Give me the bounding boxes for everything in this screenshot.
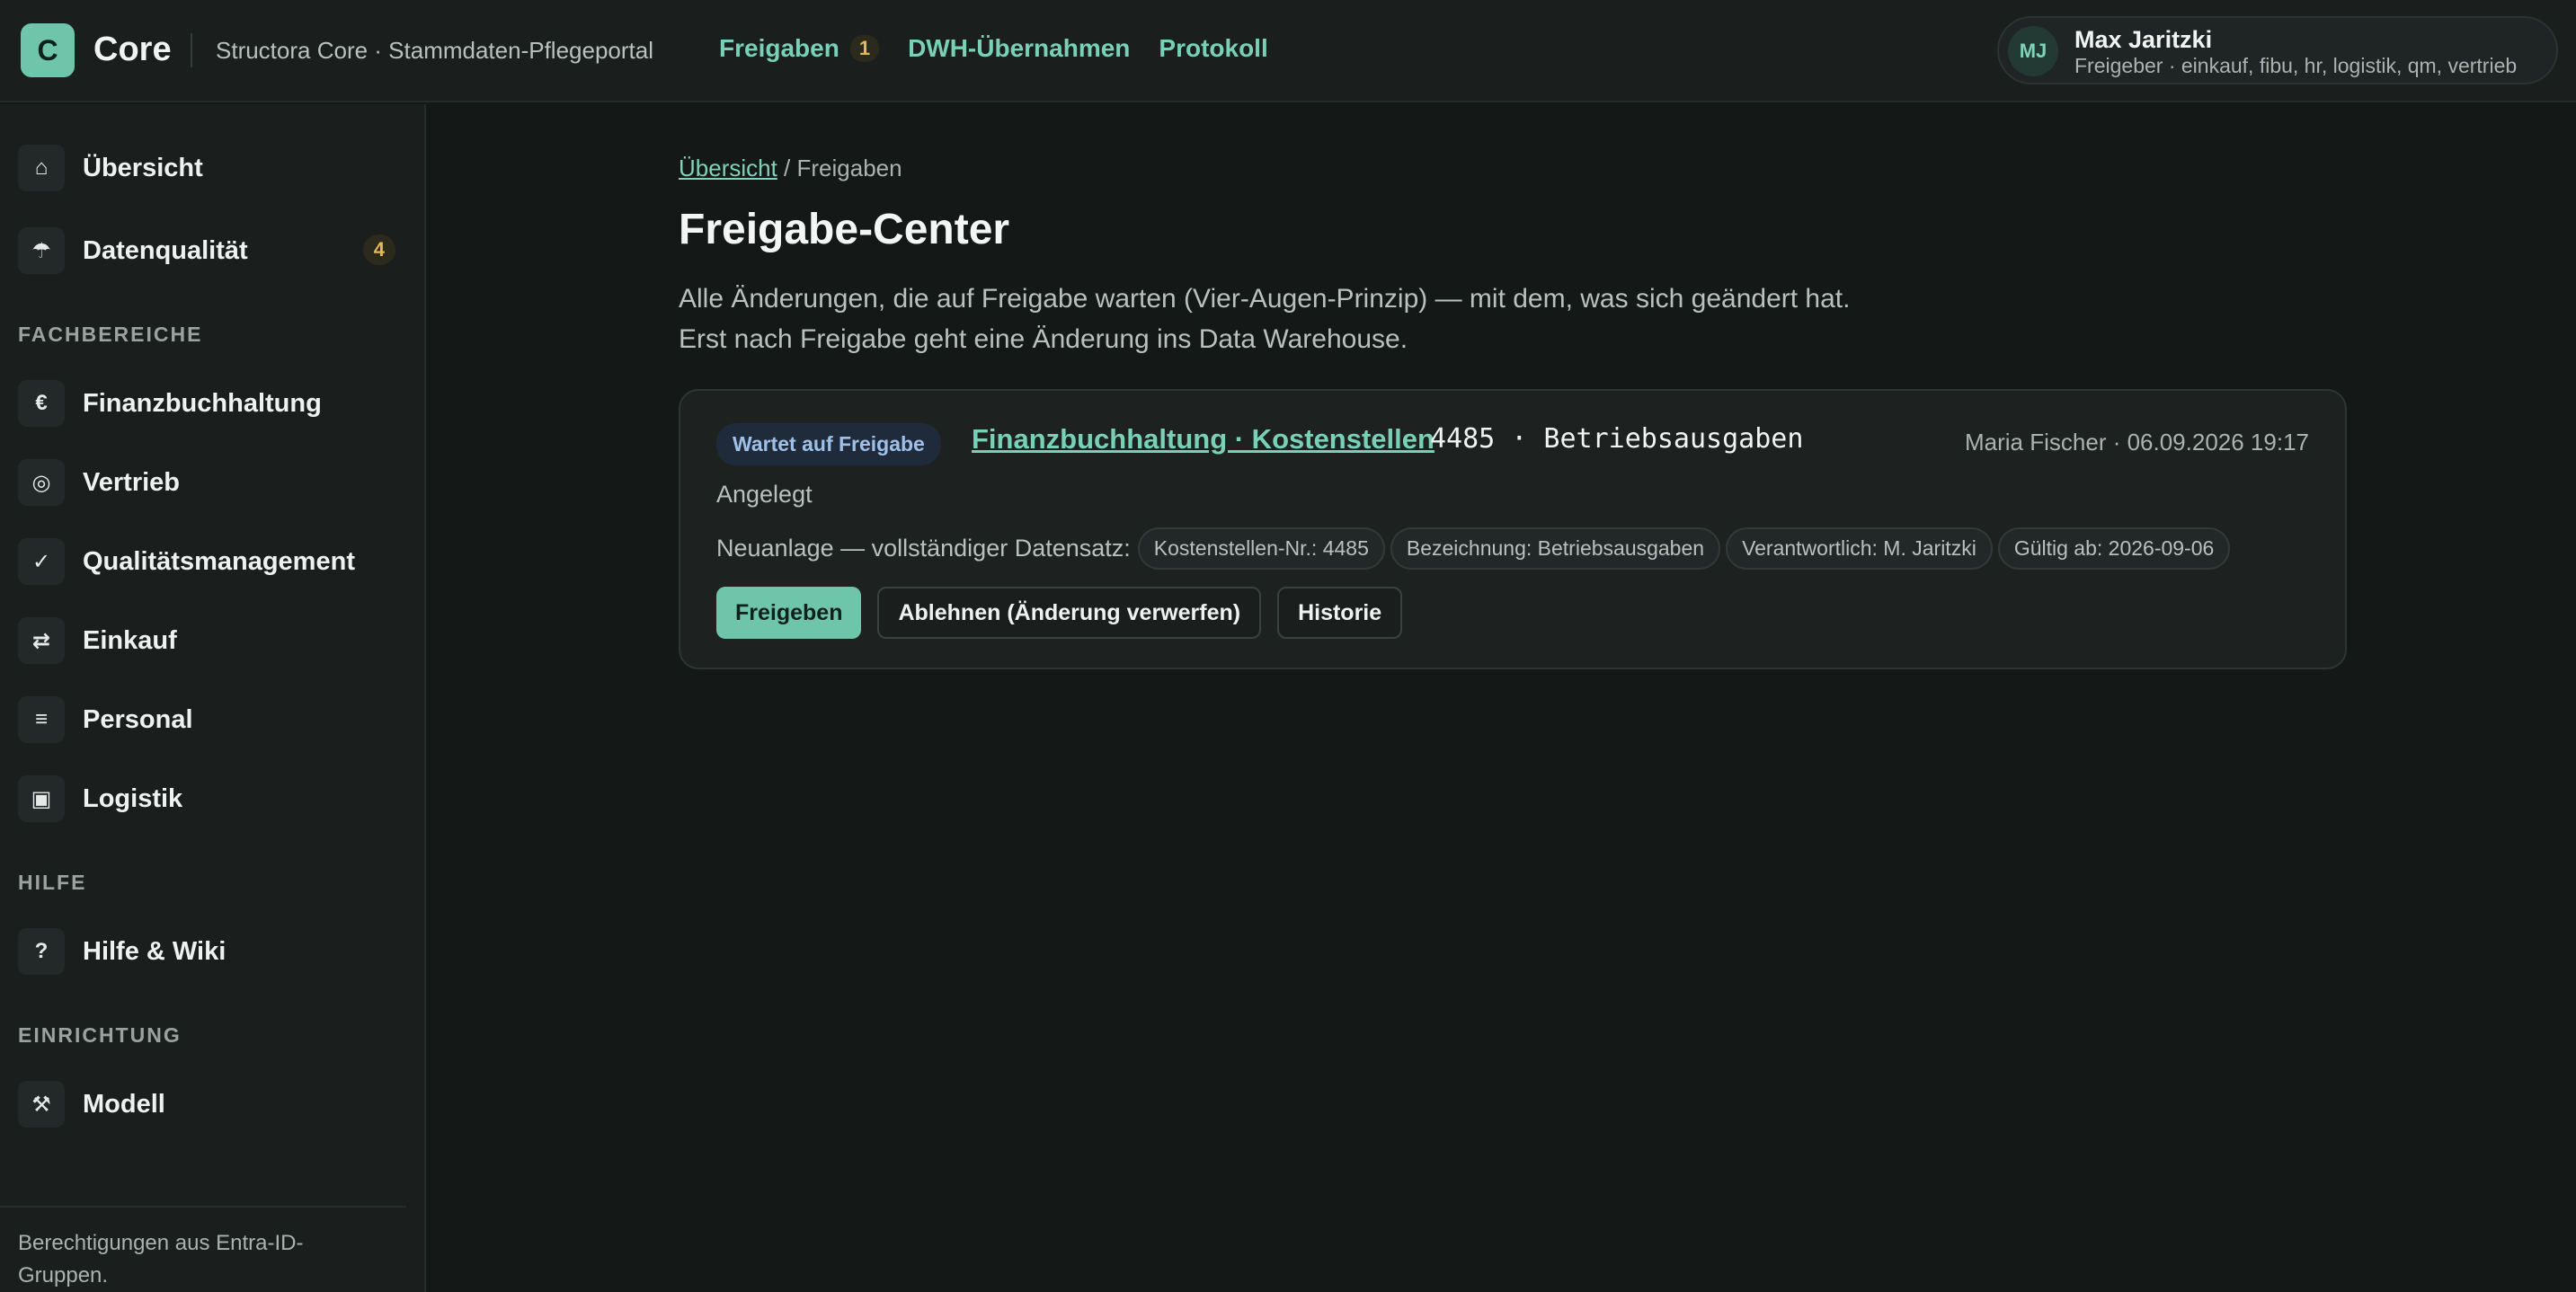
approve-button[interactable]: Freigeben <box>716 587 862 639</box>
sidebar-item-label: Personal <box>83 704 193 734</box>
sidebar-item-label: Datenqualität <box>83 235 248 265</box>
sidebar-item-uebersicht[interactable]: ⌂ Übersicht <box>18 141 395 195</box>
sidebar-item-finanzbuchhaltung[interactable]: € Finanzbuchhaltung <box>18 376 395 430</box>
app-subtitle: Structora Core · Stammdaten-Pflegeportal <box>216 37 653 64</box>
app-name[interactable]: Core <box>93 31 172 69</box>
description-line: Erst nach Freigabe geht eine Änderung in… <box>679 324 1408 354</box>
page-title: Freigabe-Center <box>679 206 1010 253</box>
sidebar-item-hilfe-wiki[interactable]: ? Hilfe & Wiki <box>18 925 395 978</box>
field-chip: Gültig ab: 2026-09-06 <box>1997 527 2231 570</box>
record-code: 4485 · Betriebsausgaben <box>1430 423 1804 455</box>
history-button[interactable]: Historie <box>1277 587 1403 639</box>
breadcrumb-link-uebersicht[interactable]: Übersicht <box>679 155 777 181</box>
page-description: Alle Änderungen, die auf Freigabe warten… <box>679 279 2117 359</box>
sidebar-item-label: Einkauf <box>83 625 177 655</box>
sidebar-item-qualitaetsmanagement[interactable]: ✓ Qualitätsmanagement <box>18 535 395 588</box>
description-line: Alle Änderungen, die auf Freigabe warten… <box>679 284 1851 314</box>
freigaben-count-badge: 1 <box>849 35 880 62</box>
user-role: Freigeber · einkauf, fibu, hr, logistik,… <box>2074 54 2518 77</box>
field-chip: Kostenstellen-Nr.: 4485 <box>1137 527 1385 570</box>
breadcrumb-current: / Freigaben <box>777 155 902 181</box>
divider <box>0 1206 406 1208</box>
home-icon: ⌂ <box>18 145 65 191</box>
umbrella-icon: ☂ <box>18 227 65 274</box>
nav-protokoll[interactable]: Protokoll <box>1159 34 1267 63</box>
field-chip: Bezeichnung: Betriebsausgaben <box>1390 527 1721 570</box>
help-icon: ? <box>18 928 65 975</box>
euro-icon: € <box>18 380 65 427</box>
change-type: Angelegt <box>716 481 813 508</box>
user-name: Max Jaritzki <box>2074 26 2213 53</box>
sidebar-item-personal[interactable]: ≡ Personal <box>18 693 395 747</box>
changed-fields-label: Neuanlage — vollständiger Datensatz: <box>716 535 1131 562</box>
changed-fields: Neuanlage — vollständiger Datensatz: Kos… <box>716 527 2235 570</box>
user-menu[interactable]: MJ Max Jaritzki Freigeber · einkauf, fib… <box>1997 16 2558 84</box>
divider <box>191 33 192 67</box>
sidebar-item-einkauf[interactable]: ⇄ Einkauf <box>18 614 395 668</box>
datenqualitaet-count-badge: 4 <box>362 235 395 265</box>
breadcrumb: Übersicht / Freigaben <box>679 155 902 182</box>
sidebar-item-label: Vertrieb <box>83 467 180 497</box>
sidebar-item-logistik[interactable]: ▣ Logistik <box>18 772 395 826</box>
nav-dwh-uebernahmen[interactable]: DWH-Übernahmen <box>908 34 1130 63</box>
reject-button[interactable]: Ablehnen (Änderung verwerfen) <box>877 587 1262 639</box>
nav-protokoll-label: Protokoll <box>1159 34 1268 62</box>
sidebar-item-label: Logistik <box>83 783 183 813</box>
sidebar-item-label: Hilfe & Wiki <box>83 936 227 966</box>
nav-freigaben-label: Freigaben <box>719 34 839 62</box>
section-title-fachbereiche: FACHBEREICHE <box>18 323 203 346</box>
sidebar-footer-note: Berechtigungen aus Entra-ID-Gruppen. <box>18 1231 304 1288</box>
change-meta: Maria Fischer · 06.09.2026 19:17 <box>1965 429 2309 456</box>
card-actions: Freigeben Ablehnen (Änderung verwerfen) … <box>716 587 1418 639</box>
sidebar-item-label: Finanzbuchhaltung <box>83 388 322 418</box>
box-icon: ▣ <box>18 775 65 822</box>
exchange-icon: ⇄ <box>18 617 65 664</box>
check-icon: ✓ <box>18 538 65 585</box>
top-bar: C Core Structora Core · Stammdaten-Pfleg… <box>0 0 2576 102</box>
sidebar-item-datenqualitaet[interactable]: ☂ Datenqualität 4 <box>18 224 395 278</box>
section-title-hilfe: HILFE <box>18 871 87 894</box>
target-icon: ◎ <box>18 459 65 506</box>
sidebar: ⌂ Übersicht ☂ Datenqualität 4 FACHBEREIC… <box>0 104 426 1292</box>
sidebar-item-label: Modell <box>83 1089 165 1119</box>
sidebar-item-modell[interactable]: ⚒ Modell <box>18 1077 395 1131</box>
list-icon: ≡ <box>18 696 65 743</box>
sidebar-item-label: Qualitätsmanagement <box>83 546 355 576</box>
sidebar-item-label: Übersicht <box>83 153 203 182</box>
sidebar-item-vertrieb[interactable]: ◎ Vertrieb <box>18 456 395 509</box>
nav-dwh-label: DWH-Übernahmen <box>908 34 1131 62</box>
field-chip: Verantwortlich: M. Jaritzki <box>1726 527 1993 570</box>
tools-icon: ⚒ <box>18 1081 65 1128</box>
top-nav: Freigaben 1 DWH-Übernahmen Protokoll <box>719 34 1297 63</box>
section-title-einrichtung: EINRICHTUNG <box>18 1023 182 1047</box>
logo-icon[interactable]: C <box>21 23 75 77</box>
status-badge: Wartet auf Freigabe <box>716 423 941 465</box>
record-link[interactable]: Finanzbuchhaltung · Kostenstellen <box>972 423 1435 456</box>
nav-freigaben[interactable]: Freigaben 1 <box>719 34 880 63</box>
avatar: MJ <box>2008 26 2058 76</box>
approval-card: Wartet auf Freigabe Finanzbuchhaltung · … <box>679 389 2347 669</box>
